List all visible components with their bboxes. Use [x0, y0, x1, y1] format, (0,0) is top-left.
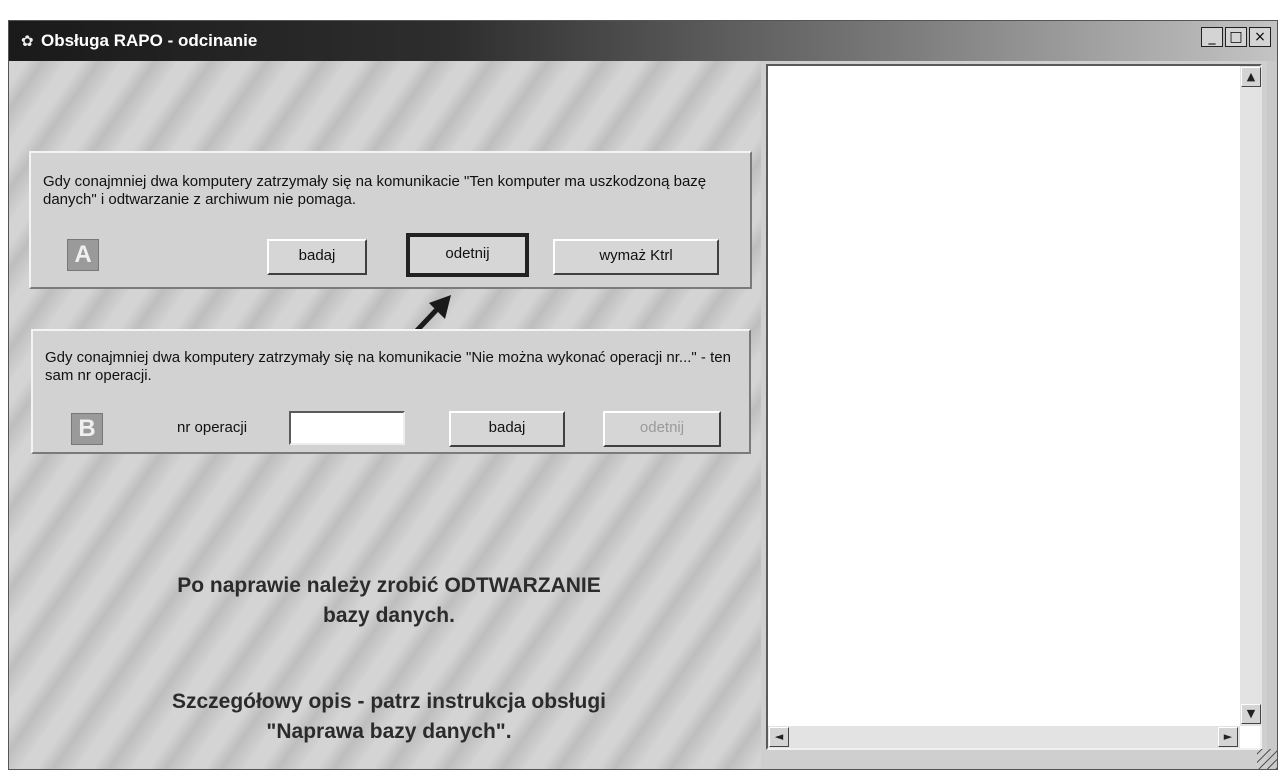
- instruction-note-line-2: "Naprawa bazy danych".: [266, 720, 512, 743]
- minimize-button[interactable]: _: [1201, 27, 1223, 47]
- repair-note: Po naprawie należy zrobić ODTWARZANIE ba…: [69, 571, 709, 631]
- horizontal-scrollbar[interactable]: ◄ ►: [768, 726, 1240, 748]
- section-b-panel: Gdy conajmniej dwa komputery zatrzymały …: [31, 329, 751, 454]
- scroll-right-icon[interactable]: ►: [1218, 727, 1238, 747]
- section-a-odetnij-button[interactable]: odetnij: [406, 233, 529, 277]
- section-b-badge: B: [71, 413, 103, 445]
- right-panel: ▲ ▼ ◄ ►: [761, 61, 1267, 769]
- section-a-panel: Gdy conajmniej dwa komputery zatrzymały …: [29, 151, 752, 289]
- repair-note-line-2: bazy danych.: [323, 604, 455, 627]
- section-b-odetnij-button[interactable]: odetnij: [603, 411, 721, 447]
- window-title: Obsługa RAPO - odcinanie: [41, 31, 258, 50]
- nr-operacji-input[interactable]: [289, 411, 405, 445]
- nr-operacji-label: nr operacji: [177, 419, 248, 436]
- vertical-scrollbar[interactable]: ▲ ▼: [1240, 66, 1262, 726]
- rapo-window: ✿ Obsługa RAPO - odcinanie _ □ × Gdy con…: [8, 20, 1278, 770]
- scroll-left-icon[interactable]: ◄: [769, 727, 789, 747]
- section-b-badaj-button[interactable]: badaj: [449, 411, 565, 447]
- maximize-button[interactable]: □: [1225, 27, 1247, 47]
- app-icon: ✿: [21, 33, 34, 50]
- instruction-note: Szczegółowy opis - patrz instrukcja obsł…: [69, 687, 709, 747]
- instruction-note-line-1: Szczegółowy opis - patrz instrukcja obsł…: [171, 690, 607, 713]
- section-a-badge: A: [67, 239, 99, 271]
- repair-note-line-1: Po naprawie należy zrobić ODTWARZANIE: [177, 574, 601, 597]
- section-b-description: Gdy conajmniej dwa komputery zatrzymały …: [45, 349, 731, 384]
- left-panel: Gdy conajmniej dwa komputery zatrzymały …: [9, 61, 761, 769]
- section-a-description: Gdy conajmniej dwa komputery zatrzymały …: [43, 173, 707, 208]
- scroll-up-icon[interactable]: ▲: [1241, 67, 1261, 87]
- section-a-wymaz-button[interactable]: wymaż Ktrl: [553, 239, 719, 275]
- resize-grip-icon[interactable]: [1257, 749, 1277, 769]
- scroll-down-icon[interactable]: ▼: [1241, 704, 1261, 724]
- close-button[interactable]: ×: [1249, 27, 1271, 47]
- log-textarea[interactable]: ▲ ▼ ◄ ►: [766, 64, 1262, 750]
- title-bar[interactable]: ✿ Obsługa RAPO - odcinanie _ □ ×: [9, 21, 1277, 61]
- section-a-badaj-button[interactable]: badaj: [267, 239, 367, 275]
